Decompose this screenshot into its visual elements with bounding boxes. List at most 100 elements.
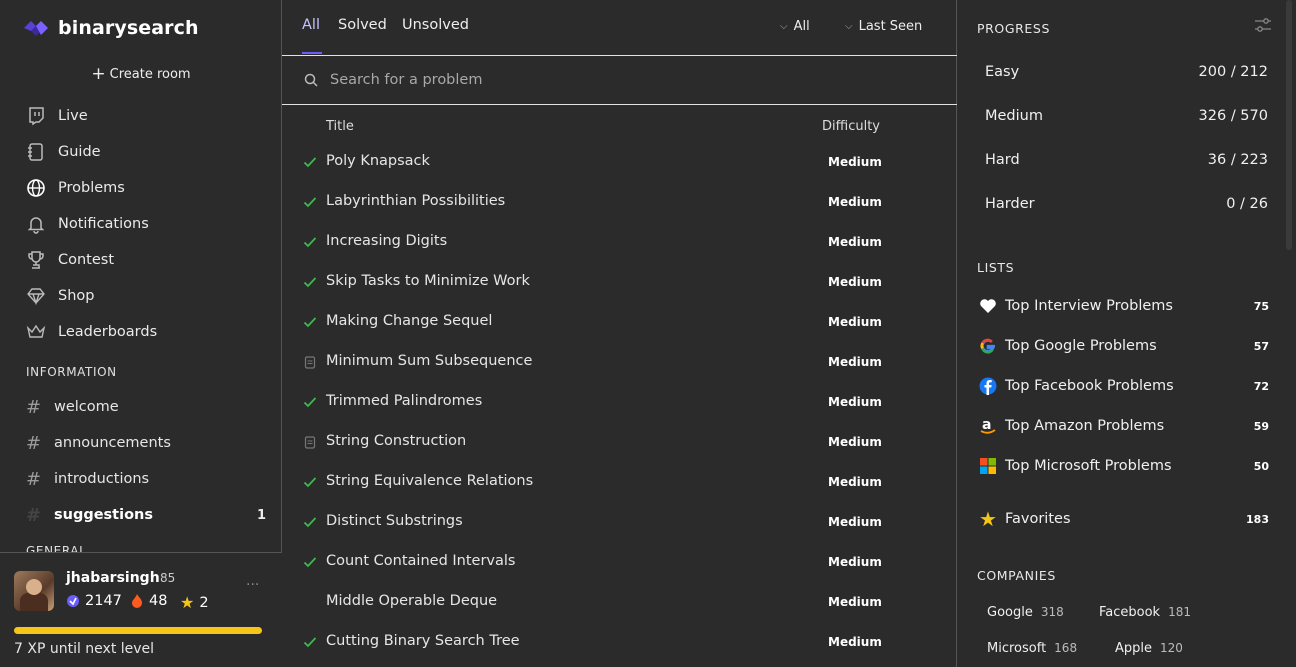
problem-title[interactable]: Trimmed Palindromes	[326, 393, 482, 409]
hash-icon: #	[26, 468, 42, 490]
table-row[interactable]: Trimmed Palindromes Medium	[282, 382, 957, 422]
progress-harder: Harder 0 / 26	[985, 196, 1268, 212]
list-top-interview[interactable]: Top Interview Problems 75	[977, 294, 1269, 318]
nav-item-leaderboards[interactable]: Leaderboards	[26, 320, 157, 344]
list-top-google[interactable]: Top Google Problems 57	[977, 334, 1269, 358]
channel-suggestions[interactable]: # suggestions 1	[26, 503, 266, 527]
table-row[interactable]: Skip Tasks to Minimize Work Medium	[282, 262, 957, 302]
nav-label: Guide	[58, 144, 101, 160]
tab-solved[interactable]: Solved	[338, 17, 387, 33]
company-count: 120	[1160, 641, 1183, 655]
difficulty-filter-dropdown[interactable]: ⌵ All	[780, 19, 810, 34]
search-input[interactable]	[330, 72, 930, 88]
problem-title[interactable]: Making Change Sequel	[326, 313, 492, 329]
tab-unsolved[interactable]: Unsolved	[402, 17, 469, 33]
star-icon: ★	[979, 507, 997, 531]
nav-item-shop[interactable]: Shop	[26, 284, 94, 308]
nav-item-live[interactable]: Live	[26, 104, 88, 128]
table-row[interactable]: Making Change Sequel Medium	[282, 302, 957, 342]
nav-item-notifications[interactable]: Notifications	[26, 212, 149, 236]
rating-stat: 2147	[66, 593, 122, 609]
problem-title[interactable]: Minimum Sum Subsequence	[326, 353, 532, 369]
list-top-microsoft[interactable]: Top Microsoft Problems 50	[977, 454, 1269, 478]
bell-icon	[26, 214, 46, 234]
streak-value: 48	[149, 593, 168, 609]
problem-title[interactable]: String Construction	[326, 433, 466, 449]
problem-title[interactable]: String Equivalence Relations	[326, 473, 533, 489]
company-facebook[interactable]: Facebook 181	[1099, 605, 1191, 620]
table-row[interactable]: Middle Operable Deque Medium	[282, 582, 957, 622]
document-icon	[302, 354, 318, 370]
company-name: Microsoft	[987, 641, 1047, 656]
stars-value: 2	[199, 594, 209, 611]
scrollbar[interactable]	[1286, 0, 1292, 250]
xp-progress-bar	[14, 627, 262, 634]
list-label: Top Microsoft Problems	[1005, 458, 1172, 474]
more-options-icon[interactable]: ···	[246, 577, 259, 593]
table-row[interactable]: Cutting Binary Search Tree Medium	[282, 622, 957, 662]
trophy-icon	[26, 250, 46, 270]
list-label: Top Amazon Problems	[1005, 418, 1165, 434]
problem-title[interactable]: Count Contained Intervals	[326, 553, 515, 569]
difficulty-filter-value: All	[793, 19, 810, 34]
column-header-title[interactable]: Title	[326, 119, 354, 134]
list-label: Top Google Problems	[1005, 338, 1157, 354]
column-header-difficulty[interactable]: Difficulty	[822, 119, 880, 134]
nav-label: Live	[58, 108, 88, 124]
nav-item-guide[interactable]: Guide	[26, 140, 101, 164]
table-row[interactable]: String Equivalence Relations Medium	[282, 462, 957, 502]
check-icon	[302, 194, 318, 210]
list-count: 183	[1246, 512, 1269, 526]
table-row[interactable]: Minimum Sum Subsequence Medium	[282, 342, 957, 382]
tab-all[interactable]: All	[302, 17, 320, 33]
problem-title[interactable]: Middle Operable Deque	[326, 593, 497, 609]
username[interactable]: jhabarsingh	[66, 570, 160, 586]
channel-introductions[interactable]: # introductions	[26, 467, 266, 491]
sort-dropdown[interactable]: ⌵ Last Seen	[845, 19, 922, 34]
problem-difficulty: Medium	[828, 155, 882, 169]
problem-title[interactable]: Poly Knapsack	[326, 153, 430, 169]
channel-label: welcome	[54, 399, 119, 415]
channel-label: announcements	[54, 435, 171, 451]
channel-label: introductions	[54, 471, 150, 487]
problem-difficulty: Medium	[828, 435, 882, 449]
avatar[interactable]	[14, 571, 54, 611]
companies-heading: COMPANIES	[977, 568, 1056, 583]
problem-title[interactable]: Distinct Substrings	[326, 513, 463, 529]
channel-announcements[interactable]: # announcements	[26, 431, 266, 455]
list-count: 75	[1253, 299, 1269, 313]
company-microsoft[interactable]: Microsoft 168	[987, 641, 1077, 656]
hash-icon: #	[26, 396, 42, 418]
problem-title[interactable]: Skip Tasks to Minimize Work	[326, 273, 530, 289]
problem-difficulty: Medium	[828, 635, 882, 649]
table-row[interactable]: Increasing Digits Medium	[282, 222, 957, 262]
channel-welcome[interactable]: # welcome	[26, 395, 266, 419]
problem-title[interactable]: Labyrinthian Possibilities	[326, 193, 505, 209]
company-count: 168	[1054, 641, 1078, 655]
progress-medium: Medium 326 / 570	[985, 108, 1268, 124]
nav-item-problems[interactable]: Problems	[26, 176, 125, 200]
list-favorites[interactable]: ★ Favorites 183	[977, 507, 1269, 531]
nav-item-contest[interactable]: Contest	[26, 248, 114, 272]
list-top-facebook[interactable]: Top Facebook Problems 72	[977, 374, 1269, 398]
table-row[interactable]: Poly Knapsack Medium	[282, 142, 957, 182]
nav-label: Contest	[58, 252, 115, 268]
list-top-amazon[interactable]: a Top Amazon Problems 59	[977, 414, 1269, 438]
problem-title[interactable]: Cutting Binary Search Tree	[326, 633, 520, 649]
create-room-label: Create room	[109, 67, 191, 82]
table-row[interactable]: Count Contained Intervals Medium	[282, 542, 957, 582]
heart-icon	[977, 296, 999, 316]
table-row[interactable]: String Construction Medium	[282, 422, 957, 462]
logo[interactable]: binarysearch	[22, 16, 199, 40]
table-row[interactable]: Labyrinthian Possibilities Medium	[282, 182, 957, 222]
list-count: 50	[1253, 459, 1269, 473]
company-apple[interactable]: Apple 120	[1115, 641, 1183, 656]
problem-title[interactable]: Increasing Digits	[326, 233, 447, 249]
create-room-button[interactable]: + Create room	[0, 64, 282, 84]
notebook-icon	[26, 142, 46, 162]
table-row[interactable]: Distinct Substrings Medium	[282, 502, 957, 542]
sliders-icon[interactable]	[1254, 17, 1272, 33]
nav-label: Shop	[58, 288, 95, 304]
right-panel: PROGRESS Easy 200 / 212 Medium 326 / 570 H…	[957, 0, 1296, 667]
company-google[interactable]: Google 318	[987, 605, 1064, 620]
